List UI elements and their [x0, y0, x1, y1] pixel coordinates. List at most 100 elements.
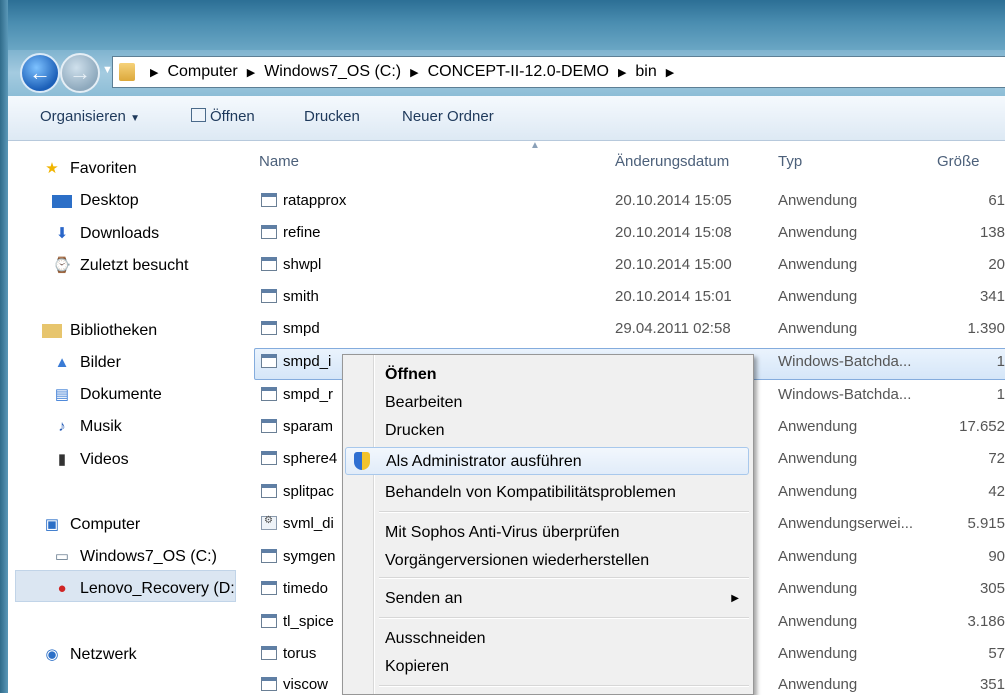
recovery-drive-icon: ● — [57, 580, 67, 597]
menu-separator — [379, 511, 749, 513]
file-type: Anwendung — [778, 548, 858, 565]
menu-item-run-as-admin[interactable]: Als Administrator ausführen — [345, 447, 749, 475]
file-name: splitpac — [283, 483, 334, 500]
nav-computer[interactable]: ▣ Computer — [42, 516, 140, 534]
application-icon — [261, 321, 277, 335]
column-header-name[interactable]: Name — [259, 153, 299, 170]
menu-item-restore-versions[interactable]: Vorgängerversionen wiederherstellen — [345, 547, 749, 575]
application-icon — [261, 581, 277, 595]
file-type: Anwendung — [778, 676, 858, 693]
breadcrumb-bin[interactable]: bin — [635, 63, 656, 81]
menu-item-compatibility[interactable]: Behandeln von Kompatibilitätsproblemen — [345, 479, 749, 507]
application-icon — [261, 614, 277, 628]
new-folder-button[interactable]: Neuer Ordner — [402, 108, 494, 125]
back-button[interactable]: ← — [20, 53, 60, 93]
menu-separator — [379, 577, 749, 579]
open-button[interactable]: Öffnen — [191, 108, 255, 125]
file-size: 20 — [988, 256, 1005, 273]
file-size: 1.390 — [967, 320, 1005, 337]
file-size: 1 — [996, 386, 1005, 403]
file-row[interactable]: smith 20.10.2014 15:01 Anwendung 341 — [240, 283, 1005, 315]
file-size: 57 — [988, 645, 1005, 662]
file-type: Anwendung — [778, 256, 858, 273]
file-name: svml_di — [283, 515, 334, 532]
file-type: Anwendung — [778, 613, 858, 630]
file-row[interactable]: smpd 29.04.2011 02:58 Anwendung 1.390 — [240, 315, 1005, 347]
file-size: 90 — [988, 548, 1005, 565]
file-type: Anwendung — [778, 580, 858, 597]
menu-item-open[interactable]: Öffnen — [345, 361, 749, 389]
breadcrumb-separator-icon[interactable]: ▶ — [150, 66, 158, 79]
forward-button[interactable]: → — [60, 53, 100, 93]
breadcrumb-folder[interactable]: CONCEPT-II-12.0-DEMO — [428, 63, 609, 81]
nav-network[interactable]: ◉ Netzwerk — [42, 646, 136, 664]
application-icon — [261, 419, 277, 433]
batch-file-icon — [261, 515, 277, 530]
application-icon — [261, 193, 277, 207]
column-header-size[interactable]: Größe — [937, 153, 980, 170]
file-size: 17.652 — [959, 418, 1005, 435]
nav-drive-d[interactable]: ● Lenovo_Recovery (D: — [52, 580, 234, 598]
window-frame — [0, 0, 8, 693]
application-icon — [261, 257, 277, 271]
chevron-down-icon: ▼ — [130, 113, 140, 124]
file-type: Anwendung — [778, 645, 858, 662]
file-name: torus — [283, 645, 317, 662]
breadcrumb-separator-icon[interactable]: ▶ — [618, 66, 626, 79]
network-icon: ◉ — [45, 646, 59, 663]
file-type: Anwendung — [778, 192, 858, 209]
file-name: smpd — [283, 320, 320, 337]
nav-videos[interactable]: ▮ Videos — [52, 451, 129, 469]
menu-item-edit[interactable]: Bearbeiten — [345, 389, 749, 417]
file-size: 1 — [996, 353, 1005, 370]
library-icon — [42, 324, 62, 338]
file-type: Anwendungserwei... — [778, 515, 914, 532]
file-size: 351 — [979, 676, 1005, 693]
menu-item-print[interactable]: Drucken — [345, 417, 749, 445]
file-size: 138 — [979, 224, 1005, 241]
open-icon — [191, 108, 206, 122]
breadcrumb-separator-icon[interactable]: ▶ — [247, 66, 255, 79]
column-header-date[interactable]: Änderungsdatum — [615, 153, 729, 170]
nav-drive-c[interactable]: ▭ Windows7_OS (C:) — [52, 548, 217, 566]
nav-documents[interactable]: ▤ Dokumente — [52, 386, 162, 404]
file-name: sparam — [283, 418, 334, 435]
file-row[interactable]: shwpl 20.10.2014 15:00 Anwendung 20 — [240, 251, 1005, 283]
print-button[interactable]: Drucken — [304, 108, 360, 125]
address-bar[interactable]: ▶ Computer ▶ Windows7_OS (C:) ▶ CONCEPT-II-… — [112, 56, 1005, 88]
nav-favorites[interactable]: ★ Favoriten — [42, 160, 136, 178]
nav-libraries[interactable]: Bibliotheken — [42, 322, 157, 340]
file-name: ratapprox — [283, 192, 347, 209]
file-type: Anwendung — [778, 320, 858, 337]
breadcrumb-separator-icon[interactable]: ▶ — [410, 66, 418, 79]
folder-icon — [119, 63, 135, 81]
menu-item-sophos-scan[interactable]: Mit Sophos Anti-Virus überprüfen — [345, 519, 749, 547]
file-type: Anwendung — [778, 288, 858, 305]
breadcrumb-drive[interactable]: Windows7_OS (C:) — [264, 63, 401, 81]
nav-recent[interactable]: ⌚ Zuletzt besucht — [52, 257, 189, 275]
nav-music[interactable]: ♪ Musik — [52, 418, 122, 436]
file-row[interactable]: ratapprox 20.10.2014 15:05 Anwendung 61 — [240, 187, 1005, 219]
file-size: 5.915 — [967, 515, 1005, 532]
application-icon — [261, 549, 277, 563]
address-bar-area: ← → ▼ ▶ Computer ▶ Windows7_OS (C:) ▶ CONCE… — [8, 50, 1005, 96]
column-header-type[interactable]: Typ — [778, 153, 802, 170]
menu-separator — [379, 617, 749, 619]
file-row[interactable]: refine 20.10.2014 15:08 Anwendung 138 — [240, 219, 1005, 251]
breadcrumb-computer[interactable]: Computer — [167, 63, 237, 81]
nav-downloads[interactable]: ⬇ Downloads — [52, 225, 159, 243]
menu-item-cut[interactable]: Ausschneiden — [345, 625, 749, 653]
file-size: 72 — [988, 450, 1005, 467]
nav-pictures[interactable]: ▲ Bilder — [52, 354, 121, 372]
drive-icon: ▭ — [54, 548, 70, 565]
sort-ascending-icon: ▲ — [530, 141, 540, 151]
star-icon: ★ — [45, 160, 59, 177]
breadcrumb-separator-icon[interactable]: ▶ — [666, 66, 674, 79]
file-size: 61 — [988, 192, 1005, 209]
nav-desktop[interactable]: Desktop — [52, 192, 139, 210]
menu-item-send-to[interactable]: Senden an ▶ — [345, 585, 749, 613]
file-name: smpd_r — [283, 386, 334, 403]
file-date: 29.04.2011 02:58 — [615, 320, 731, 337]
organize-button[interactable]: Organisieren ▼ — [40, 108, 140, 125]
menu-item-copy[interactable]: Kopieren — [345, 653, 749, 681]
